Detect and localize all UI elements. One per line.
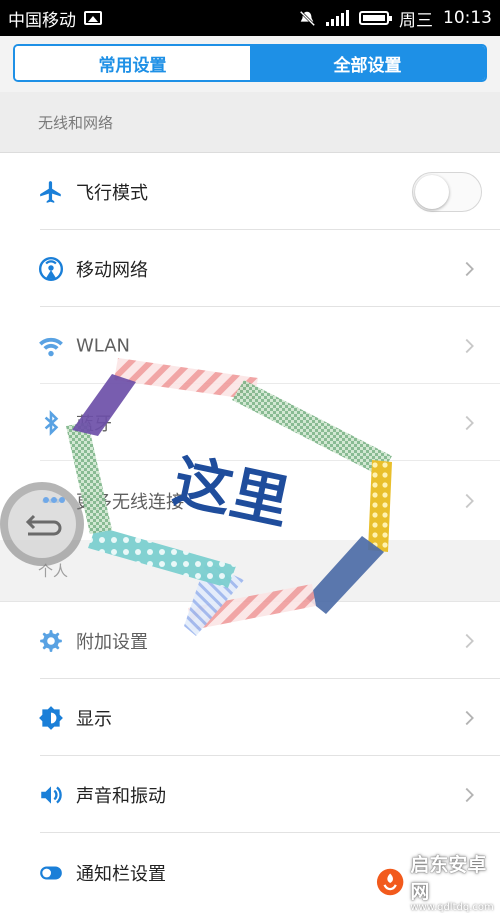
tab-common-settings[interactable]: 常用设置 <box>15 46 250 80</box>
notification-toggle-icon <box>38 860 64 886</box>
chevron-right-icon <box>465 338 474 353</box>
floating-back-button[interactable] <box>0 482 84 566</box>
settings-item-label: 蓝牙 <box>76 413 112 435</box>
watermark-name: 启东安卓网 <box>410 854 487 903</box>
gear-icon <box>38 628 64 654</box>
chevron-right-icon <box>465 415 474 430</box>
clock: 10:13 <box>443 8 492 28</box>
image-notification-icon <box>84 11 102 25</box>
settings-item-additional-settings[interactable]: 附加设置 <box>0 602 500 679</box>
airplane-icon <box>38 179 64 205</box>
settings-item-airplane-mode[interactable]: 飞行模式 <box>0 153 500 230</box>
watermark-logo-icon <box>376 868 404 895</box>
status-bar: 中国移动 周三 10:13 <box>0 0 500 36</box>
chevron-right-icon <box>465 633 474 648</box>
bluetooth-icon <box>38 409 64 436</box>
brightness-icon <box>38 705 64 731</box>
wifi-icon <box>38 333 64 359</box>
mobile-network-icon <box>38 256 64 282</box>
signal-strength-icon <box>326 10 349 26</box>
settings-item-display[interactable]: 显示 <box>0 679 500 756</box>
speaker-icon <box>38 782 64 808</box>
floating-button-dots <box>43 497 65 503</box>
settings-item-label: 附加设置 <box>76 631 148 653</box>
watermark-url: www.qdltdq.com <box>410 902 494 913</box>
weekday: 周三 <box>399 10 433 31</box>
settings-item-wlan[interactable]: WLAN <box>0 307 500 384</box>
chevron-right-icon <box>465 493 474 508</box>
chevron-right-icon <box>465 261 474 276</box>
tab-all-settings[interactable]: 全部设置 <box>250 46 485 80</box>
watermark: 启东安卓网 www.qdltdq.com <box>376 850 500 913</box>
settings-item-label: WLAN <box>76 335 131 356</box>
settings-item-label: 声音和振动 <box>76 785 166 807</box>
section-header-wireless: 无线和网络 <box>0 92 500 153</box>
settings-item-label: 通知栏设置 <box>76 864 166 885</box>
settings-item-label: 更多无线连接 <box>76 491 184 513</box>
silent-mode-icon <box>299 10 316 27</box>
settings-tab-bar: 常用设置 全部设置 <box>0 36 500 93</box>
airplane-mode-toggle[interactable] <box>412 171 482 212</box>
carrier-name: 中国移动 <box>8 10 76 31</box>
settings-item-label: 飞行模式 <box>76 182 148 204</box>
battery-icon <box>359 11 392 25</box>
settings-item-bluetooth[interactable]: 蓝牙 <box>0 384 500 461</box>
settings-item-label: 显示 <box>76 708 112 730</box>
settings-item-sound[interactable]: 声音和振动 <box>0 756 500 833</box>
chevron-right-icon <box>465 710 474 725</box>
settings-item-label: 移动网络 <box>76 259 148 281</box>
segmented-control: 常用设置 全部设置 <box>13 44 487 82</box>
settings-item-mobile-network[interactable]: 移动网络 <box>0 230 500 307</box>
chevron-right-icon <box>465 787 474 802</box>
